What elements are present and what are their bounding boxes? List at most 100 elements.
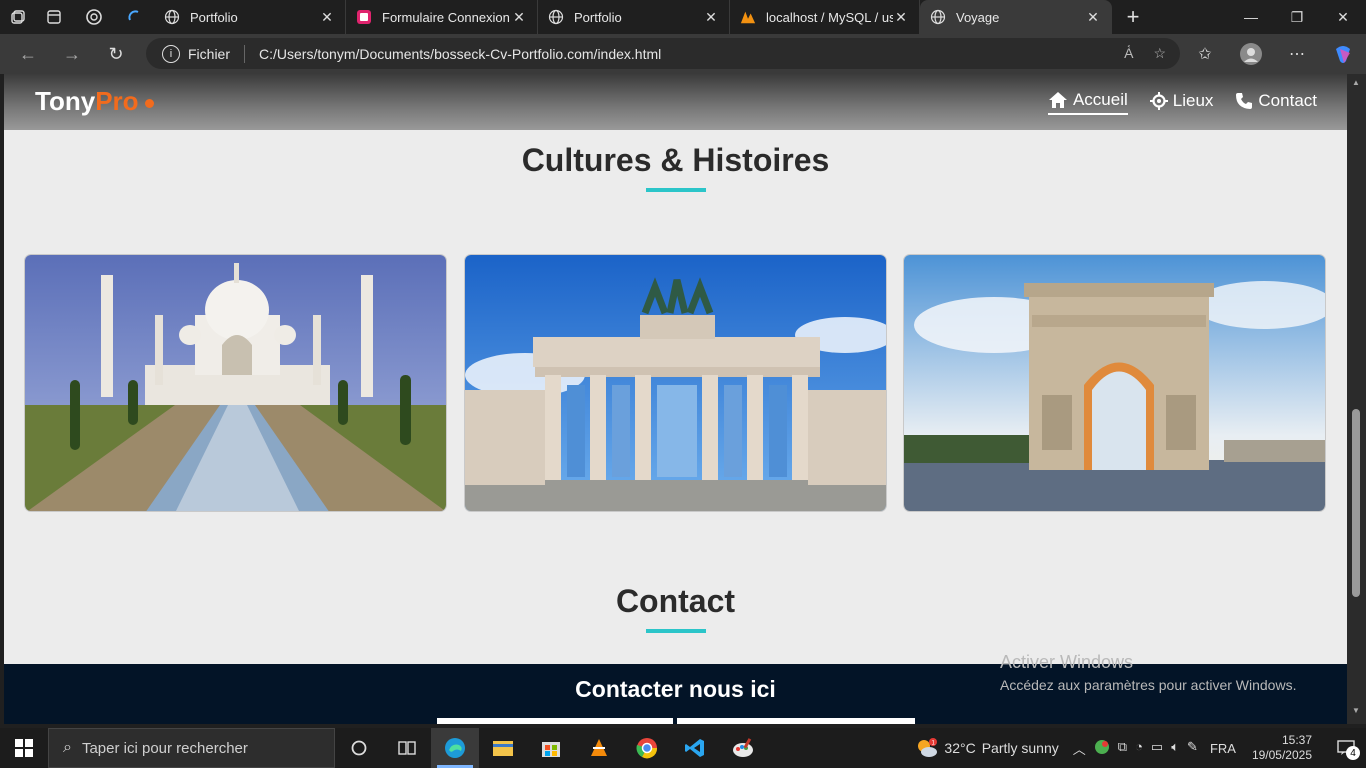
browser-tab-bar: Portfolio ✕ Formulaire Connexion | I ✕ P…	[0, 0, 1366, 34]
start-button[interactable]	[0, 728, 48, 768]
chatgpt-tab-icon[interactable]	[72, 0, 116, 34]
address-bar[interactable]: i Fichier C:/Users/tonym/Documents/bosse…	[146, 38, 1180, 69]
favorites-icon[interactable]: ✩	[1182, 44, 1228, 64]
security-icon[interactable]	[1094, 739, 1110, 758]
pen-icon[interactable]: ✎	[1187, 739, 1198, 758]
nav-accueil[interactable]: Accueil	[1047, 90, 1128, 115]
logo-part2: Pro	[95, 86, 139, 116]
close-tab-icon[interactable]: ✕	[1085, 9, 1101, 26]
contact-underline	[646, 629, 706, 633]
language-indicator[interactable]: FRA	[1210, 741, 1236, 756]
contact-field-email[interactable]	[677, 718, 915, 724]
scroll-thumb[interactable]	[1352, 409, 1360, 597]
tab-actions-icon[interactable]	[36, 0, 72, 34]
weather-widget[interactable]: 1 32°C Partly sunny	[916, 738, 1059, 758]
watermark-line1: Activer Windows	[1000, 652, 1134, 672]
card-brandenburg-gate[interactable]	[464, 254, 887, 512]
taskbar-search[interactable]: ⌕ Taper ici pour rechercher	[48, 728, 335, 768]
url-text[interactable]: C:/Users/tonym/Documents/bosseck-Cv-Port…	[259, 46, 661, 62]
tab-portfolio-2[interactable]: Portfolio ✕	[538, 0, 730, 34]
separator	[244, 44, 246, 63]
nav-label: Accueil	[1072, 90, 1128, 109]
loading-tab-icon[interactable]	[116, 0, 154, 34]
weather-temp: 32°C	[944, 740, 976, 756]
more-menu-icon[interactable]: ⋯	[1274, 44, 1320, 64]
copilot-icon[interactable]	[1320, 43, 1366, 65]
phpmyadmin-icon	[740, 9, 756, 25]
profile-avatar[interactable]	[1228, 43, 1274, 65]
window-controls: — ❐ ✕	[1228, 0, 1366, 34]
favorite-star-icon[interactable]: ☆	[1153, 45, 1166, 62]
minimize-icon[interactable]: —	[1228, 0, 1274, 34]
notification-center[interactable]: 4	[1326, 728, 1366, 768]
edge-taskbar-icon[interactable]	[431, 728, 479, 768]
clock-date: 19/05/2025	[1251, 748, 1312, 762]
app-icon	[356, 9, 372, 25]
file-explorer-icon[interactable]	[479, 728, 527, 768]
contact-title: Contact	[615, 583, 736, 619]
page-scrollbar[interactable]: ▲ ▼	[1347, 74, 1366, 724]
refresh-icon[interactable]: ↻	[94, 34, 138, 74]
browser-right-tools: ✩ ⋯	[1182, 34, 1366, 74]
scroll-down-icon[interactable]: ▼	[1352, 706, 1360, 715]
close-window-icon[interactable]: ✕	[1320, 0, 1366, 34]
contact-field-name[interactable]	[437, 718, 673, 724]
back-icon[interactable]: ←	[6, 34, 50, 74]
vlc-icon[interactable]	[575, 728, 623, 768]
close-tab-icon[interactable]: ✕	[319, 9, 335, 26]
new-tab-button[interactable]: +	[1112, 0, 1154, 34]
logo-dot	[144, 98, 154, 108]
battery-icon[interactable]: ▭	[1151, 739, 1163, 758]
location-icon	[1149, 92, 1168, 110]
windows-taskbar: ⌕ Taper ici pour rechercher 1 32°C Partl…	[0, 728, 1366, 768]
close-tab-icon[interactable]: ✕	[511, 9, 527, 26]
chevron-up-icon[interactable]: ︿	[1073, 739, 1086, 758]
close-tab-icon[interactable]: ✕	[893, 9, 909, 26]
phone-icon	[1236, 93, 1253, 109]
tab-portfolio-1[interactable]: Portfolio ✕	[154, 0, 346, 34]
chrome-icon[interactable]	[623, 728, 671, 768]
forward-icon[interactable]: →	[50, 34, 94, 74]
tab-title: localhost / MySQL / user	[766, 9, 893, 25]
card-arc-de-triomphe[interactable]	[903, 254, 1326, 512]
network-icon[interactable]: ◔	[1135, 739, 1143, 758]
scroll-up-icon[interactable]: ▲	[1352, 78, 1360, 87]
paint-icon[interactable]	[719, 728, 767, 768]
nav-contact[interactable]: Contact	[1235, 90, 1317, 115]
vscode-icon[interactable]	[671, 728, 719, 768]
web-page: TonyPro Accueil Lieux Contact Cultures &…	[4, 74, 1347, 724]
restore-icon[interactable]: ❐	[1274, 0, 1320, 34]
site-menu: Accueil Lieux Contact	[1047, 90, 1317, 115]
tab-title: Formulaire Connexion | I	[382, 9, 511, 25]
tab-formulaire[interactable]: Formulaire Connexion | I ✕	[346, 0, 538, 34]
tab-title: Portfolio	[190, 9, 238, 25]
read-aloud-icon[interactable]: A᷾	[1124, 45, 1133, 62]
meet-now-icon[interactable]: ⧉	[1118, 739, 1127, 758]
card-taj-mahal[interactable]	[24, 254, 447, 512]
logo-part1: Tony	[35, 86, 96, 116]
nav-lieux[interactable]: Lieux	[1149, 90, 1214, 115]
tab-voyage[interactable]: Voyage ✕	[920, 0, 1112, 34]
globe-icon	[164, 9, 180, 25]
browser-toolbar: ← → ↻ i Fichier C:/Users/tonym/Documents…	[0, 34, 1366, 74]
clock[interactable]: 15:37 19/05/2025	[1252, 733, 1312, 763]
workspaces-icon[interactable]	[0, 0, 36, 34]
windows-logo-icon	[15, 739, 33, 757]
info-icon[interactable]: i	[162, 44, 180, 63]
home-icon	[1048, 92, 1067, 108]
search-placeholder: Taper ici pour rechercher	[81, 739, 248, 757]
tab-title: Portfolio	[574, 9, 622, 25]
search-icon: ⌕	[63, 739, 72, 756]
brandenburg-gate-image	[465, 255, 886, 511]
nav-label: Lieux	[1172, 91, 1214, 110]
site-logo[interactable]: TonyPro	[35, 86, 154, 117]
site-navbar: TonyPro Accueil Lieux Contact	[4, 74, 1347, 130]
close-tab-icon[interactable]: ✕	[703, 9, 719, 26]
notification-count: 4	[1346, 746, 1360, 760]
tab-phpmyadmin[interactable]: localhost / MySQL / user ✕	[730, 0, 920, 34]
store-icon[interactable]	[527, 728, 575, 768]
volume-icon[interactable]: 🔈︎	[1171, 739, 1179, 758]
cortana-icon[interactable]	[335, 728, 383, 768]
system-tray: 1 32°C Partly sunny ︿ ⧉ ◔ ▭ 🔈︎ ✎ FRA 15:…	[916, 728, 1366, 768]
task-view-icon[interactable]	[383, 728, 431, 768]
